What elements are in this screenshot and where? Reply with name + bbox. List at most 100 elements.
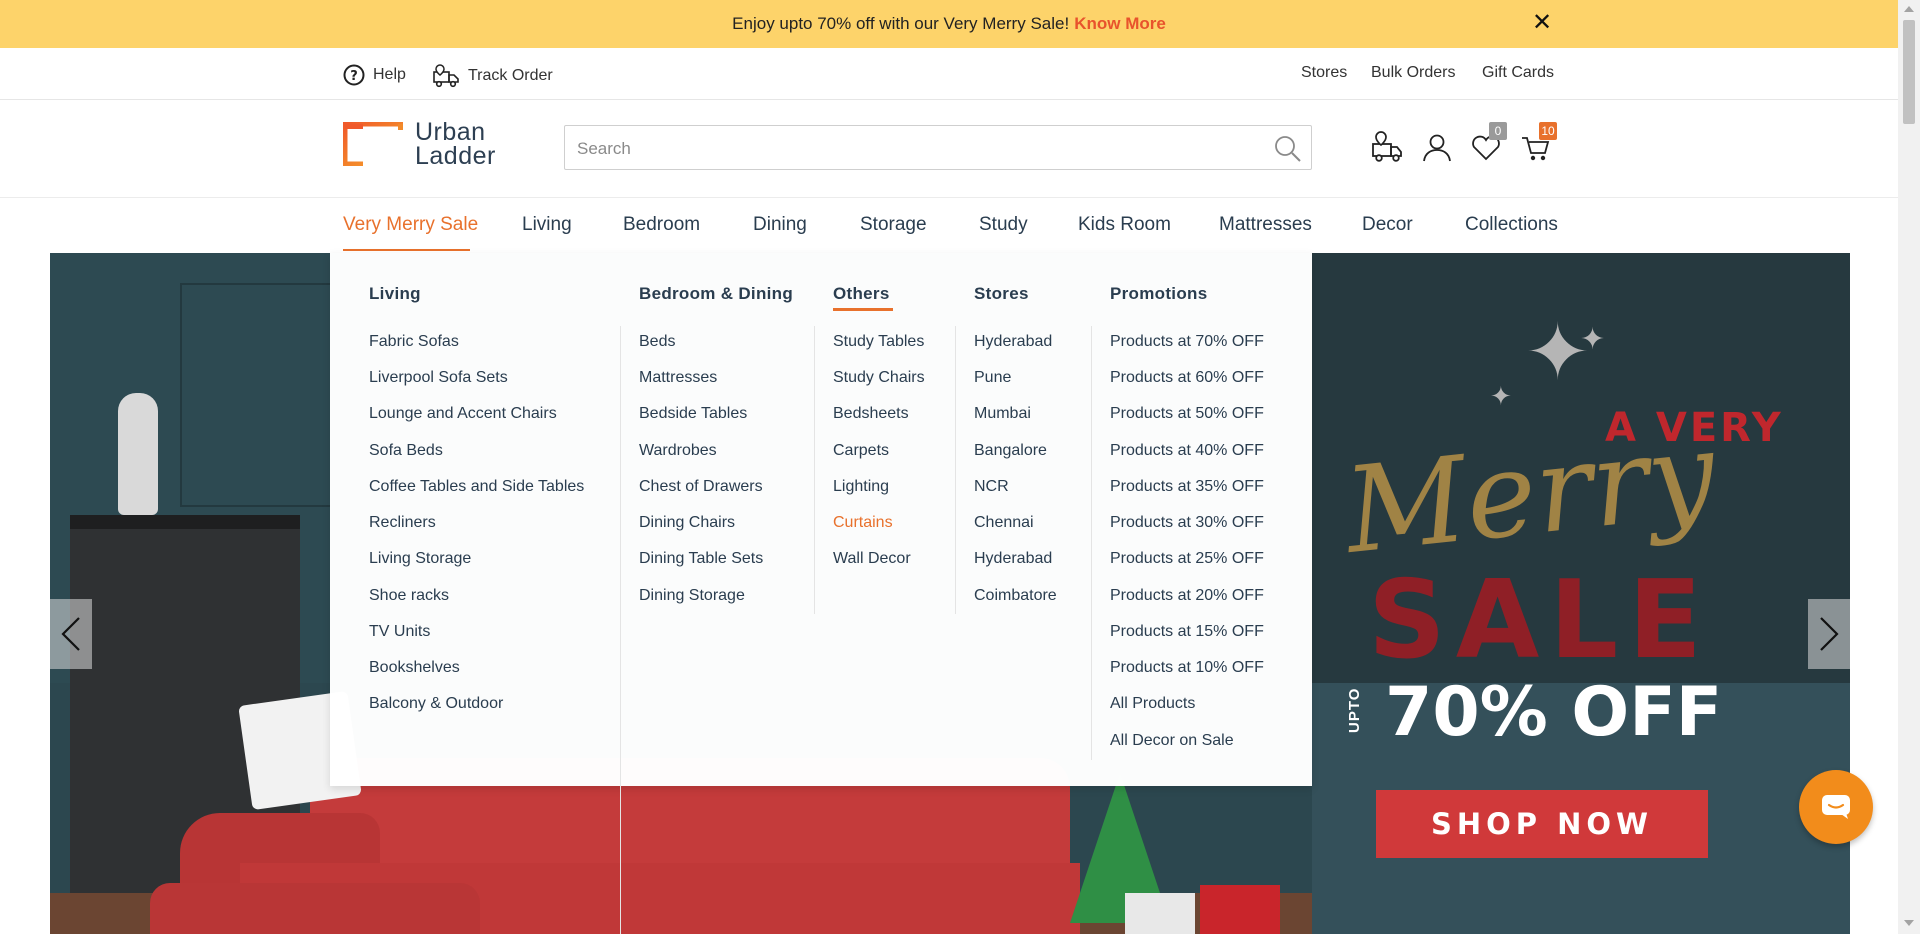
nav-bedroom[interactable]: Bedroom [623, 214, 700, 236]
nav-kids-room[interactable]: Kids Room [1078, 214, 1171, 236]
chevron-right-icon [1820, 617, 1839, 651]
sparkle-icon: ✦ [1490, 381, 1512, 411]
menu-item[interactable]: Products at 35% OFF [1110, 478, 1264, 496]
gift-box [1200, 885, 1280, 934]
menu-item[interactable]: Chest of Drawers [639, 478, 763, 496]
chat-widget-button[interactable] [1799, 770, 1873, 844]
menu-item[interactable]: Bangalore [974, 442, 1047, 460]
menu-item[interactable]: Products at 15% OFF [1110, 623, 1264, 641]
column-divider [1091, 326, 1092, 760]
nav-dining[interactable]: Dining [753, 214, 807, 236]
track-order-header-button[interactable] [1370, 130, 1404, 164]
gift-cards-link[interactable]: Gift Cards [1482, 64, 1554, 82]
menu-item[interactable]: Coimbatore [974, 587, 1057, 605]
menu-item[interactable]: Dining Storage [639, 587, 745, 605]
cart-button[interactable]: 10 [1519, 122, 1557, 164]
account-button[interactable] [1420, 130, 1454, 164]
menu-item[interactable]: Products at 50% OFF [1110, 405, 1264, 423]
nav-study[interactable]: Study [979, 214, 1028, 236]
menu-heading-bedroom-dining[interactable]: Bedroom & Dining [639, 284, 793, 304]
menu-item[interactable]: Shoe racks [369, 587, 449, 605]
search-button[interactable] [1273, 134, 1303, 164]
menu-item[interactable]: Products at 25% OFF [1110, 550, 1264, 568]
logo-mark-icon [343, 122, 403, 166]
nav-living[interactable]: Living [522, 214, 572, 236]
menu-heading-promotions[interactable]: Promotions [1110, 284, 1207, 304]
menu-item[interactable]: All Decor on Sale [1110, 732, 1234, 750]
shop-now-button[interactable]: SHOP NOW [1376, 790, 1708, 858]
menu-item[interactable]: Study Chairs [833, 369, 925, 387]
menu-item[interactable]: NCR [974, 478, 1009, 496]
logo-line1: Urban [415, 118, 486, 146]
menu-item[interactable]: Lounge and Accent Chairs [369, 405, 557, 423]
wishlist-count-badge: 0 [1489, 122, 1507, 140]
promo-bar: Enjoy upto 70% off with our Very Merry S… [0, 0, 1898, 48]
menu-item[interactable]: Pune [974, 369, 1011, 387]
chevron-left-icon [61, 617, 80, 651]
nav-storage[interactable]: Storage [860, 214, 927, 236]
close-promo-button[interactable]: ✕ [1532, 10, 1552, 36]
menu-item[interactable]: Products at 20% OFF [1110, 587, 1264, 605]
nav-decor[interactable]: Decor [1362, 214, 1413, 236]
search-input[interactable] [575, 126, 1259, 171]
hero-prev-button[interactable] [50, 599, 92, 669]
menu-heading-stores[interactable]: Stores [974, 284, 1029, 304]
help-link[interactable]: ? Help [343, 64, 406, 86]
menu-item[interactable]: Products at 30% OFF [1110, 514, 1264, 532]
menu-item[interactable]: Liverpool Sofa Sets [369, 369, 508, 387]
menu-item[interactable]: Wardrobes [639, 442, 717, 460]
menu-item[interactable]: Products at 10% OFF [1110, 659, 1264, 677]
menu-item[interactable]: Mattresses [639, 369, 717, 387]
page-scrollbar[interactable] [1898, 0, 1920, 934]
nav-collections[interactable]: Collections [1465, 214, 1558, 236]
menu-item[interactable]: Hyderabad [974, 550, 1052, 568]
menu-item[interactable]: Fabric Sofas [369, 333, 459, 351]
nav-mattresses[interactable]: Mattresses [1219, 214, 1312, 236]
menu-item[interactable]: Bedside Tables [639, 405, 747, 423]
menu-item[interactable]: TV Units [369, 623, 430, 641]
menu-item[interactable]: Bedsheets [833, 405, 909, 423]
know-more-link[interactable]: Know More [1074, 14, 1166, 33]
menu-item[interactable]: Coffee Tables and Side Tables [369, 478, 584, 496]
stores-link[interactable]: Stores [1301, 64, 1347, 82]
urban-ladder-logo[interactable]: Urban Ladder [343, 118, 513, 172]
menu-item[interactable]: Study Tables [833, 333, 924, 351]
menu-item[interactable]: Wall Decor [833, 550, 911, 568]
promo-message: Enjoy upto 70% off with our Very Merry S… [0, 14, 1898, 34]
scroll-up-arrow-icon[interactable] [1904, 6, 1914, 12]
menu-item[interactable]: Dining Table Sets [639, 550, 763, 568]
menu-item[interactable]: Carpets [833, 442, 889, 460]
menu-item[interactable]: Recliners [369, 514, 436, 532]
menu-item[interactable]: Hyderabad [974, 333, 1052, 351]
track-order-label: Track Order [468, 67, 553, 84]
nav-very-merry-sale[interactable]: Very Merry Sale [343, 214, 478, 236]
menu-item[interactable]: Mumbai [974, 405, 1031, 423]
menu-item[interactable]: Bookshelves [369, 659, 460, 677]
user-icon [1423, 134, 1451, 162]
track-order-link[interactable]: Track Order [432, 64, 553, 88]
track-order-icon [1372, 131, 1402, 162]
bulk-orders-link[interactable]: Bulk Orders [1371, 64, 1455, 82]
scrollbar-thumb[interactable] [1903, 20, 1915, 124]
hero-next-button[interactable] [1808, 599, 1850, 669]
menu-item[interactable]: Beds [639, 333, 675, 351]
menu-heading-living[interactable]: Living [369, 284, 421, 304]
menu-item-curtains[interactable]: Curtains [833, 514, 893, 532]
sale-heading-sale: SALE [1368, 558, 1712, 683]
menu-item[interactable]: Products at 70% OFF [1110, 333, 1264, 351]
menu-item[interactable]: All Products [1110, 695, 1195, 713]
menu-item[interactable]: Chennai [974, 514, 1034, 532]
column-divider [955, 326, 956, 614]
menu-item[interactable]: Living Storage [369, 550, 471, 568]
menu-item[interactable]: Dining Chairs [639, 514, 735, 532]
menu-item[interactable]: Sofa Beds [369, 442, 443, 460]
menu-item[interactable]: Products at 60% OFF [1110, 369, 1264, 387]
menu-item[interactable]: Lighting [833, 478, 889, 496]
menu-heading-others[interactable]: Others [833, 284, 893, 311]
help-icon: ? [343, 64, 365, 86]
menu-item[interactable]: Balcony & Outdoor [369, 695, 503, 713]
wishlist-button[interactable]: 0 [1469, 122, 1507, 164]
svg-text:?: ? [350, 69, 358, 84]
scroll-down-arrow-icon[interactable] [1904, 920, 1914, 926]
menu-item[interactable]: Products at 40% OFF [1110, 442, 1264, 460]
